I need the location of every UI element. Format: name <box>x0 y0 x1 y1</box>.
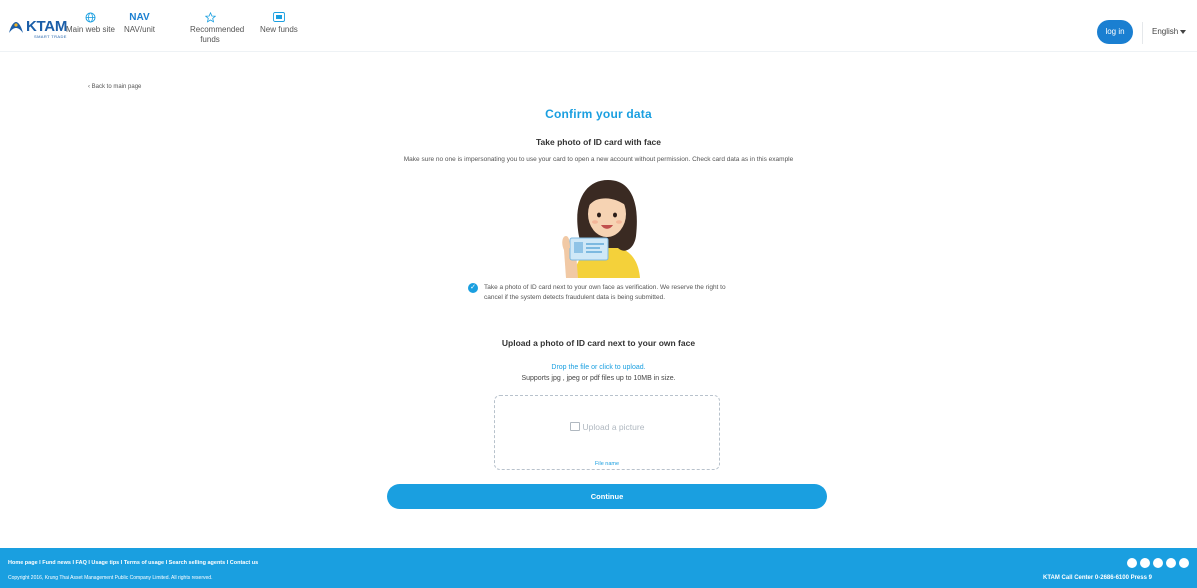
nav-text-icon: NAV <box>129 12 150 23</box>
page-title: Confirm your data <box>545 107 652 121</box>
nav-label: Recommended funds <box>190 25 245 44</box>
caret-down-icon <box>1180 29 1187 34</box>
nav-nav-unit[interactable]: NAV NAV/unit <box>124 12 155 35</box>
language-label: English <box>1152 27 1179 36</box>
nav-label: New funds <box>260 25 298 34</box>
logo-subtext: SMART TRADE <box>34 34 67 39</box>
verification-text: Take a photo of ID card next to your own… <box>484 284 726 301</box>
nav-label: NAV/unit <box>124 25 155 34</box>
footer-copyright: Copyright 2016, Krung Thai Asset Managem… <box>8 575 213 581</box>
upload-picture-button[interactable]: Upload a picture <box>495 422 719 432</box>
back-link[interactable]: ‹ Back to main page <box>88 84 141 90</box>
check-icon: ✓ <box>468 283 478 293</box>
file-name-label: File name <box>594 461 620 467</box>
nav-new-funds[interactable]: New funds <box>260 12 298 35</box>
divider <box>1142 22 1143 44</box>
language-select[interactable]: English <box>1152 27 1187 36</box>
nav-label: Main web site <box>66 25 115 34</box>
globe-icon <box>66 12 115 24</box>
logo-mark-icon <box>9 22 23 33</box>
twitter-icon[interactable] <box>1179 558 1189 568</box>
nav-recommended-funds[interactable]: Recommended funds <box>190 11 244 45</box>
login-button[interactable]: log in <box>1097 20 1133 44</box>
drop-file-link[interactable]: Drop the file or click to upload. <box>0 364 1197 371</box>
facebook-icon[interactable] <box>1153 558 1163 568</box>
social-links <box>1127 558 1192 568</box>
instagram-icon[interactable] <box>1140 558 1150 568</box>
woman-holding-id-card-illustration <box>562 180 640 278</box>
call-center-info: KTAM Call Center 0-2686-6100 Press 9 <box>1043 575 1152 581</box>
top-bar: KTAM SMART TRADE Main web site NAV NAV/u… <box>0 0 1197 52</box>
continue-button[interactable]: Continue <box>387 484 827 509</box>
image-icon <box>569 422 580 431</box>
footer: Home page I Fund news I FAQ I Usage tips… <box>0 548 1197 588</box>
ktam-logo[interactable]: KTAM SMART TRADE <box>8 18 68 39</box>
back-label: Back to main page <box>91 84 142 90</box>
chevron-left-icon: ‹ <box>88 84 90 90</box>
upload-dropzone[interactable]: Upload a picture File name <box>494 395 720 470</box>
nav-main-web-site[interactable]: Main web site <box>66 12 115 35</box>
upload-picture-label: Upload a picture <box>582 422 645 432</box>
footer-links[interactable]: Home page I Fund news I FAQ I Usage tips… <box>8 560 258 566</box>
upload-title: Upload a photo of ID card next to your o… <box>501 338 696 348</box>
youtube-icon[interactable] <box>1166 558 1176 568</box>
logo-text: KTAM <box>26 18 68 35</box>
star-icon <box>190 11 230 24</box>
section-description: Make sure no one is impersonating you to… <box>403 156 794 163</box>
new-badge-icon <box>260 12 298 24</box>
line-icon[interactable] <box>1127 558 1137 568</box>
section-subtitle: Take photo of ID card with face <box>536 137 661 147</box>
support-info: Supports jpg , jpeg or pdf files up to 1… <box>521 375 676 382</box>
